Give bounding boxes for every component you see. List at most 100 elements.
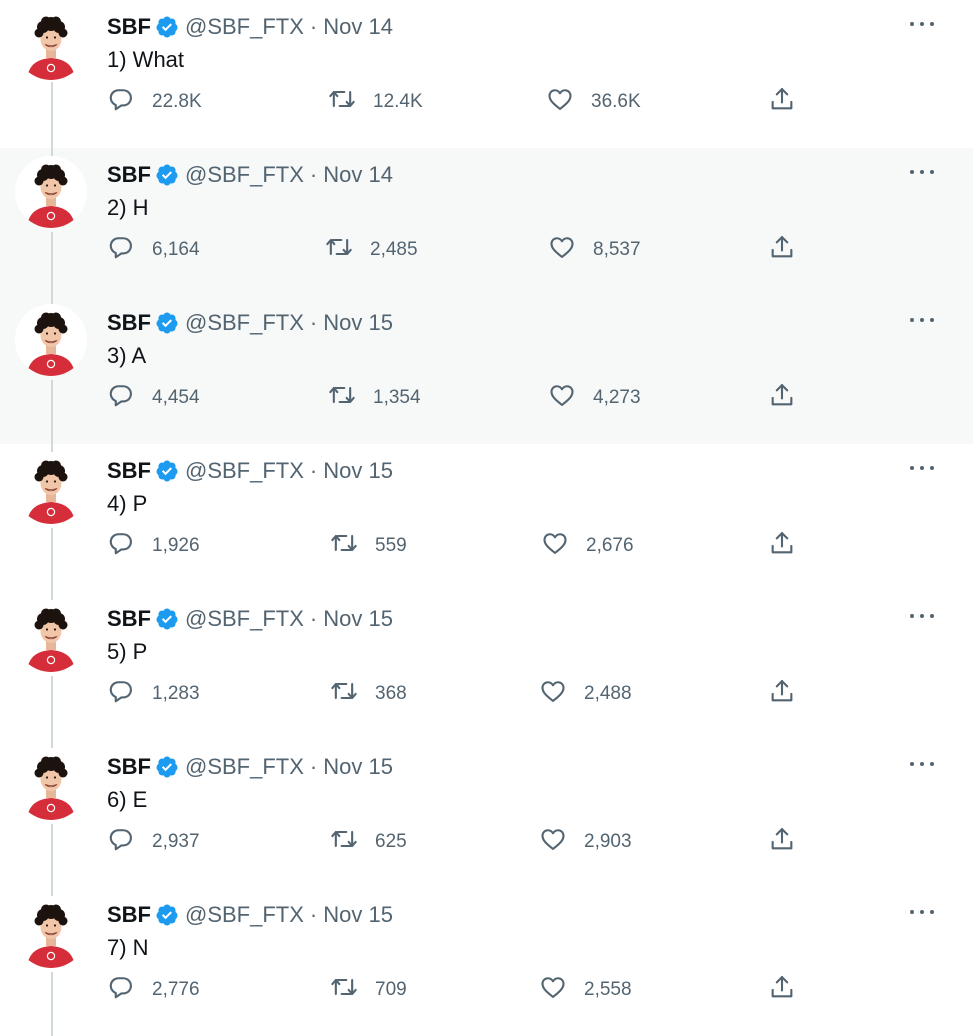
like-button[interactable]: 36.6K [546, 82, 641, 122]
author-name[interactable]: SBF [107, 310, 151, 336]
share-button[interactable] [768, 674, 796, 714]
share-icon [768, 529, 796, 563]
retweet-icon [328, 381, 356, 415]
author-name[interactable]: SBF [107, 14, 151, 40]
reply-button[interactable]: 6,164 [107, 230, 200, 270]
like-button[interactable]: 2,488 [539, 674, 632, 714]
tweet[interactable]: SBF @SBF_FTX · Nov 14 1) What 22.8K 12.4K 36.6K [0, 0, 973, 148]
avatar[interactable] [15, 304, 87, 376]
avatar[interactable] [15, 748, 87, 820]
reply-count: 22.8K [152, 91, 202, 112]
more-icon[interactable] [909, 310, 935, 330]
avatar[interactable] [15, 8, 87, 80]
like-icon [539, 973, 567, 1007]
tweet-date[interactable]: Nov 15 [323, 902, 393, 928]
reply-button[interactable]: 22.8K [107, 82, 202, 122]
share-button[interactable] [768, 230, 796, 270]
retweet-count: 625 [375, 831, 407, 852]
author-handle[interactable]: @SBF_FTX [185, 310, 304, 336]
more-icon[interactable] [909, 14, 935, 34]
avatar[interactable] [15, 600, 87, 672]
reply-button[interactable]: 2,776 [107, 970, 200, 1010]
reply-button[interactable]: 1,283 [107, 674, 200, 714]
retweet-button[interactable]: 368 [330, 674, 407, 714]
share-icon [768, 825, 796, 859]
tweet-date[interactable]: Nov 14 [323, 162, 393, 188]
tweet-date[interactable]: Nov 15 [323, 606, 393, 632]
reply-icon [107, 381, 135, 415]
retweet-button[interactable]: 12.4K [328, 82, 423, 122]
more-icon[interactable] [909, 458, 935, 478]
like-icon [548, 381, 576, 415]
separator-dot: · [309, 754, 318, 779]
verified-badge-icon [155, 903, 179, 927]
retweet-count: 709 [375, 979, 407, 1000]
more-icon[interactable] [909, 754, 935, 774]
author-handle[interactable]: @SBF_FTX [185, 458, 304, 484]
share-button[interactable] [768, 378, 796, 418]
retweet-icon [330, 973, 358, 1007]
tweet-text: 1) What [107, 47, 185, 72]
like-button[interactable]: 4,273 [548, 378, 641, 418]
like-button[interactable]: 2,558 [539, 970, 632, 1010]
tweet-text: 2) H [107, 195, 149, 220]
retweet-count: 12.4K [373, 91, 423, 112]
avatar[interactable] [15, 896, 87, 968]
retweet-count: 559 [375, 535, 407, 556]
reply-button[interactable]: 2,937 [107, 822, 200, 862]
author-name[interactable]: SBF [107, 162, 151, 188]
tweet[interactable]: SBF @SBF_FTX · Nov 15 7) N 2,776 709 2,558 [0, 888, 973, 1036]
tweet-date[interactable]: Nov 15 [323, 458, 393, 484]
tweet[interactable]: SBF @SBF_FTX · Nov 15 3) A 4,454 1,354 4,273 [0, 296, 973, 444]
verified-badge-icon [155, 459, 179, 483]
retweet-count: 1,354 [373, 387, 421, 408]
more-icon[interactable] [909, 162, 935, 182]
retweet-button[interactable]: 559 [330, 526, 407, 566]
author-name[interactable]: SBF [107, 458, 151, 484]
retweet-button[interactable]: 1,354 [328, 378, 421, 418]
tweet[interactable]: SBF @SBF_FTX · Nov 15 4) P 1,926 559 2,676 [0, 444, 973, 592]
tweet-thread: SBF @SBF_FTX · Nov 14 1) What 22.8K 12.4K 36.6K… [0, 0, 973, 1036]
share-button[interactable] [768, 822, 796, 862]
tweet-text: 4) P [107, 491, 148, 516]
like-count: 2,488 [584, 683, 632, 704]
like-button[interactable]: 2,903 [539, 822, 632, 862]
share-icon [768, 973, 796, 1007]
reply-button[interactable]: 1,926 [107, 526, 200, 566]
author-name[interactable]: SBF [107, 902, 151, 928]
separator-dot: · [309, 902, 318, 927]
tweet-date[interactable]: Nov 15 [323, 310, 393, 336]
share-icon [768, 381, 796, 415]
reply-button[interactable]: 4,454 [107, 378, 200, 418]
share-button[interactable] [768, 970, 796, 1010]
tweet-actions: 2,937 625 2,903 [0, 822, 973, 862]
like-icon [541, 529, 569, 563]
tweet[interactable]: SBF @SBF_FTX · Nov 15 5) P 1,283 368 2,488 [0, 592, 973, 740]
author-handle[interactable]: @SBF_FTX [185, 14, 304, 40]
author-handle[interactable]: @SBF_FTX [185, 902, 304, 928]
tweet[interactable]: SBF @SBF_FTX · Nov 15 6) E 2,937 625 2,903 [0, 740, 973, 888]
retweet-button[interactable]: 2,485 [325, 230, 418, 270]
like-button[interactable]: 2,676 [541, 526, 634, 566]
author-name[interactable]: SBF [107, 606, 151, 632]
author-handle[interactable]: @SBF_FTX [185, 162, 304, 188]
like-icon [539, 677, 567, 711]
retweet-button[interactable]: 625 [330, 822, 407, 862]
retweet-button[interactable]: 709 [330, 970, 407, 1010]
like-button[interactable]: 8,537 [548, 230, 641, 270]
author-handle[interactable]: @SBF_FTX [185, 754, 304, 780]
share-button[interactable] [768, 82, 796, 122]
share-button[interactable] [768, 526, 796, 566]
more-icon[interactable] [909, 902, 935, 922]
tweet-date[interactable]: Nov 15 [323, 754, 393, 780]
author-name[interactable]: SBF [107, 754, 151, 780]
reply-count: 6,164 [152, 239, 200, 260]
avatar[interactable] [15, 156, 87, 228]
more-icon[interactable] [909, 606, 935, 626]
tweet-actions: 1,926 559 2,676 [0, 526, 973, 566]
author-handle[interactable]: @SBF_FTX [185, 606, 304, 632]
avatar[interactable] [15, 452, 87, 524]
reply-icon [107, 677, 135, 711]
tweet-date[interactable]: Nov 14 [323, 14, 393, 40]
tweet[interactable]: SBF @SBF_FTX · Nov 14 2) H 6,164 2,485 8,537 [0, 148, 973, 296]
